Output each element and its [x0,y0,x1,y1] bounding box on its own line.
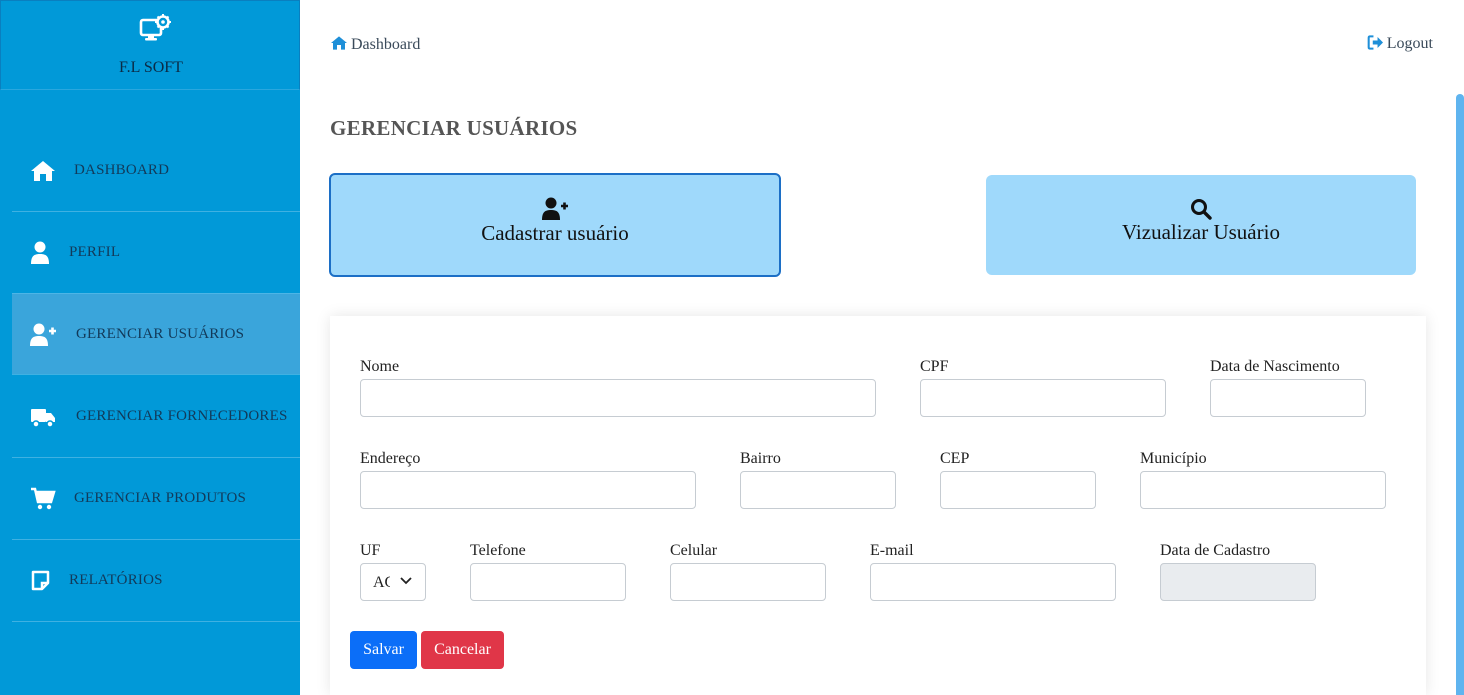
cep-label: CEP [940,450,970,467]
user-form-card: Nome CPF Data de Nascimento Endereço Bai… [330,316,1426,695]
telefone-input[interactable] [470,563,626,601]
breadcrumb-label: Dashboard [351,36,421,53]
cart-icon [31,487,56,510]
scrollbar[interactable] [1456,94,1464,695]
logout-link[interactable]: Logout [1367,35,1433,53]
sidebar-item-label: DASHBOARD [74,162,170,178]
cadastrar-usuario-label: Cadastrar usuário [481,221,629,245]
brand-name: F.L SOFT [119,59,183,76]
sidebar: F.L SOFT DASHBOARD PERFIL GERENCIAR USUÁ… [0,0,300,695]
salvar-button[interactable]: Salvar [350,631,417,669]
user-icon [31,241,49,264]
email-label: E-mail [870,542,914,559]
sidebar-item-dashboard[interactable]: DASHBOARD [12,130,300,212]
sidebar-item-gerenciar-usuarios[interactable]: GERENCIAR USUÁRIOS [12,293,300,375]
brand: F.L SOFT [0,0,300,90]
uf-select[interactable]: AC [360,563,426,601]
sidebar-item-label: GERENCIAR FORNECEDORES [76,408,288,424]
municipio-input[interactable] [1140,471,1386,509]
sidebar-item-gerenciar-produtos[interactable]: GERENCIAR PRODUTOS [12,458,300,540]
home-icon [331,36,347,50]
endereco-input[interactable] [360,471,696,509]
endereco-label: Endereço [360,450,421,467]
nome-label: Nome [360,358,400,375]
cadastrar-usuario-button[interactable]: Cadastrar usuário [329,173,781,277]
user-plus-icon [30,323,56,346]
search-icon [1191,199,1212,220]
top-nav: Dashboard Logout [300,0,1464,90]
logout-icon [1367,35,1383,50]
cpf-label: CPF [920,358,949,375]
sidebar-item-gerenciar-fornecedores[interactable]: GERENCIAR FORNECEDORES [12,376,300,458]
cep-input[interactable] [940,471,1096,509]
nome-input[interactable] [360,379,876,417]
sidebar-item-relatorios[interactable]: RELATÓRIOS [12,540,300,622]
logout-label: Logout [1386,35,1433,52]
page-title: GERENCIAR USUÁRIOS [330,116,578,140]
note-icon [31,570,50,591]
celular-input[interactable] [670,563,826,601]
sidebar-item-perfil[interactable]: PERFIL [12,212,300,294]
nascimento-input[interactable] [1210,379,1366,417]
sidebar-item-label: GERENCIAR USUÁRIOS [76,326,245,342]
user-plus-icon [542,197,568,220]
vizualizar-usuario-label: Vizualizar Usuário [1122,220,1280,244]
email-input[interactable] [870,563,1116,601]
uf-label: UF [360,542,381,559]
telefone-label: Telefone [470,542,526,559]
home-icon [31,161,55,181]
uf-selected-value: AC [373,574,390,591]
cpf-input[interactable] [920,379,1166,417]
celular-label: Celular [670,542,718,559]
sidebar-item-label: PERFIL [69,244,121,260]
municipio-label: Município [1140,450,1207,467]
data-cadastro-input [1160,563,1316,601]
monitor-gear-icon [139,14,171,41]
bairro-label: Bairro [740,450,781,467]
data-cadastro-label: Data de Cadastro [1160,542,1271,559]
sidebar-item-label: GERENCIAR PRODUTOS [74,490,247,506]
chevron-down-icon [400,577,412,585]
breadcrumb-dashboard-link[interactable]: Dashboard [330,35,420,54]
cancelar-button[interactable]: Cancelar [421,631,504,669]
sidebar-item-label: RELATÓRIOS [69,572,163,588]
vizualizar-usuario-button[interactable]: Vizualizar Usuário [986,175,1416,275]
nascimento-label: Data de Nascimento [1210,358,1340,375]
truck-icon [31,409,55,428]
bairro-input[interactable] [740,471,896,509]
